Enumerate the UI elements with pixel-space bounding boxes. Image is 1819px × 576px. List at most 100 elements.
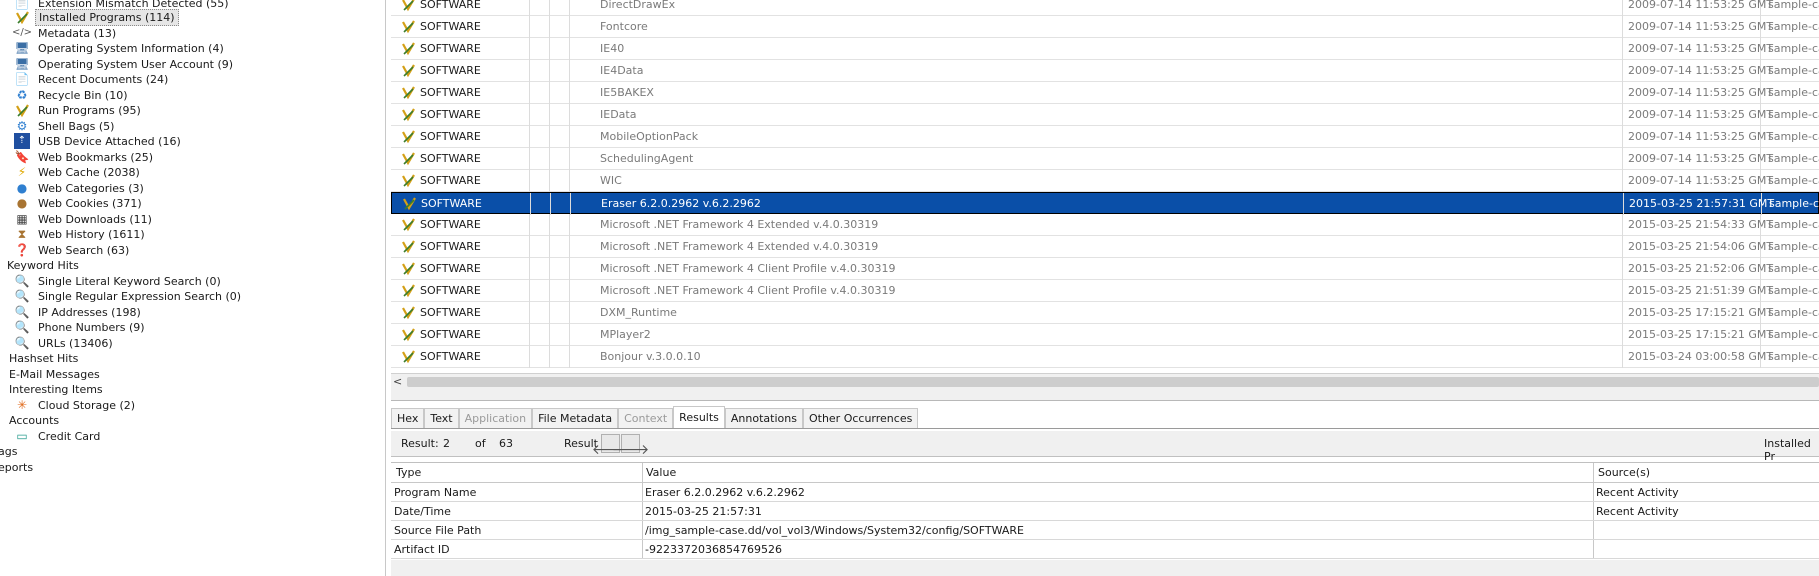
program-name-cell: IE4Data — [600, 64, 644, 77]
column-divider — [1622, 0, 1623, 16]
data-source-cell: sample-ca — [1768, 42, 1819, 55]
content-viewer-tabs: Hex Text Application File Metadata Conte… — [391, 406, 919, 428]
table-row[interactable]: Artifact ID -9223372036854769526 — [391, 540, 1819, 559]
table-row[interactable]: SOFTWARE DirectDrawEx 2009-07-14 11:53:25 … — [391, 0, 1819, 16]
installed-program-icon — [402, 196, 417, 211]
source-label: SOFTWARE — [420, 0, 481, 11]
data-source-cell: sample-ca — [1768, 64, 1819, 77]
data-source-cell: sample-ca — [1768, 218, 1819, 231]
column-divider — [549, 170, 550, 192]
table-row[interactable]: Date/Time 2015-03-25 21:57:31 Recent Act… — [391, 502, 1819, 521]
tab-annotations[interactable]: Annotations — [724, 408, 803, 428]
directory-tree[interactable]: 📄 Extension Mismatch Detected (55) Insta… — [0, 0, 386, 576]
tree-row[interactable]: ▭ Credit Card — [14, 427, 103, 445]
date-cell: 2009-07-14 11:53:25 GMT — [1628, 20, 1774, 33]
attr-value: /img_sample-case.dd/vol_vol3/Windows/Sys… — [645, 524, 1024, 537]
installed-program-icon — [401, 151, 416, 166]
program-name-cell: Microsoft .NET Framework 4 Client Profil… — [600, 262, 896, 275]
splitter[interactable] — [391, 389, 1819, 401]
program-name-cell: SchedulingAgent — [600, 152, 694, 165]
program-name-cell: Eraser 6.2.0.2962 v.6.2.2962 — [601, 196, 761, 210]
horizontal-scrollbar[interactable]: < — [391, 373, 1819, 389]
data-source-cell: sample-ca — [1768, 20, 1819, 33]
scroll-left-icon[interactable]: < — [393, 375, 402, 388]
table-row[interactable]: SOFTWARE MobileOptionPack 2009-07-14 11:53… — [391, 126, 1819, 148]
table-row[interactable]: SOFTWARE Microsoft .NET Framework 4 Clien… — [391, 258, 1819, 280]
tree-row-reports[interactable]: eports — [0, 458, 36, 476]
program-name-cell: DirectDrawEx — [600, 0, 676, 11]
table-row[interactable]: SOFTWARE SchedulingAgent 2009-07-14 11:53:… — [391, 148, 1819, 170]
table-row[interactable]: SOFTWARE Fontcore 2009-07-14 11:53:25 GMT s… — [391, 16, 1819, 38]
installed-program-icon — [401, 85, 416, 100]
column-divider — [1622, 324, 1623, 346]
column-divider — [569, 38, 570, 60]
program-name-cell: IE5BAKEX — [600, 86, 654, 99]
table-row[interactable]: SOFTWARE IE40 2009-07-14 11:53:25 GMT sampl… — [391, 38, 1819, 60]
computer-icon: 🖥 — [14, 41, 30, 55]
date-cell: 2009-07-14 11:53:25 GMT — [1628, 42, 1774, 55]
source-label: SOFTWARE — [420, 306, 481, 319]
program-name-cell: IE40 — [600, 42, 625, 55]
table-row[interactable]: Source File Path /img_sample-case.dd/vol… — [391, 521, 1819, 540]
tab-other-occurrences[interactable]: Other Occurrences — [802, 408, 919, 428]
tab-context[interactable]: Context — [618, 408, 674, 428]
table-row[interactable]: SOFTWARE Microsoft .NET Framework 4 Clien… — [391, 280, 1819, 302]
next-result-button[interactable]: 🡒 — [612, 434, 649, 458]
status-strip — [391, 560, 1819, 576]
header-value[interactable]: Value — [646, 466, 676, 479]
installed-program-icon — [401, 327, 416, 342]
column-divider — [529, 104, 530, 126]
source-cell: SOFTWARE — [391, 258, 529, 280]
tab-application[interactable]: Application — [458, 408, 533, 428]
tab-results[interactable]: Results — [673, 406, 725, 428]
tree-item-label: USB Device Attached (16) — [38, 134, 181, 148]
table-row[interactable]: SOFTWARE Bonjour v.3.0.0.10 2015-03-24 03:… — [391, 346, 1819, 368]
table-row[interactable]: SOFTWARE WIC 2009-07-14 11:53:25 GMT sample… — [391, 170, 1819, 192]
date-cell: 2009-07-14 11:53:25 GMT — [1628, 152, 1774, 165]
date-cell: 2015-03-25 17:15:21 GMT — [1628, 306, 1774, 319]
table-row[interactable]: SOFTWARE IE4Data 2009-07-14 11:53:25 GMT sa… — [391, 60, 1819, 82]
tree-item-label: Phone Numbers (9) — [38, 320, 145, 334]
program-name-cell: IEData — [600, 108, 637, 121]
table-row[interactable]: SOFTWARE IE5BAKEX 2009-07-14 11:53:25 GMT s… — [391, 82, 1819, 104]
installed-program-icon — [401, 129, 416, 144]
header-type[interactable]: Type — [396, 466, 421, 479]
tab-hex[interactable]: Hex — [391, 408, 425, 428]
source-cell: SOFTWARE — [391, 104, 529, 126]
tab-underline — [391, 428, 1819, 429]
date-cell: 2009-07-14 11:53:25 GMT — [1628, 130, 1774, 143]
table-row[interactable]: SOFTWARE Microsoft .NET Framework 4 Exten… — [391, 214, 1819, 236]
table-row[interactable]: SOFTWARE IEData 2009-07-14 11:53:25 GMT sam… — [391, 104, 1819, 126]
tree-item-label: eports — [0, 460, 34, 474]
cookie-icon: ● — [16, 196, 28, 210]
tab-text[interactable]: Text — [424, 408, 459, 428]
hourglass-icon: ⧗ — [17, 227, 27, 241]
source-cell: SOFTWARE — [391, 148, 529, 170]
tree-item-label: Web Cache (2038) — [38, 165, 140, 179]
source-label: SOFTWARE — [420, 20, 481, 33]
results-grid[interactable]: SOFTWARE DirectDrawEx 2009-07-14 11:53:25 … — [391, 0, 1819, 392]
date-cell: 2015-03-25 21:54:33 GMT — [1628, 218, 1774, 231]
table-row[interactable]: SOFTWARE Microsoft .NET Framework 4 Exten… — [391, 236, 1819, 258]
source-cell: SOFTWARE — [391, 302, 529, 324]
source-label: SOFTWARE — [420, 174, 481, 187]
attr-source: Recent Activity — [1596, 486, 1679, 499]
table-row[interactable]: SOFTWARE Eraser 6.2.0.2962 v.6.2.2962 2015… — [391, 192, 1819, 215]
tree-item-label: Single Regular Expression Search (0) — [38, 289, 242, 303]
installed-program-icon — [401, 63, 416, 78]
table-row[interactable]: SOFTWARE DXM_Runtime 2015-03-25 17:15:21 G… — [391, 302, 1819, 324]
column-divider — [1622, 82, 1623, 104]
column-divider — [569, 0, 570, 16]
installed-program-icon — [401, 107, 416, 122]
column-divider — [529, 38, 530, 60]
tab-file-metadata[interactable]: File Metadata — [532, 408, 619, 428]
header-sources[interactable]: Source(s) — [1598, 466, 1650, 479]
table-row[interactable]: SOFTWARE MPlayer2 2015-03-25 17:15:21 GMT s… — [391, 324, 1819, 346]
data-source-cell: sample-ca — [1768, 306, 1819, 319]
data-source-cell: sample-ca — [1768, 262, 1819, 275]
program-name-cell: Microsoft .NET Framework 4 Extended v.4.… — [600, 218, 879, 231]
table-row[interactable]: Program Name Eraser 6.2.0.2962 v.6.2.296… — [391, 483, 1819, 502]
source-cell: SOFTWARE — [392, 192, 530, 214]
scrollbar-thumb[interactable] — [407, 377, 1819, 387]
column-divider — [569, 346, 570, 368]
